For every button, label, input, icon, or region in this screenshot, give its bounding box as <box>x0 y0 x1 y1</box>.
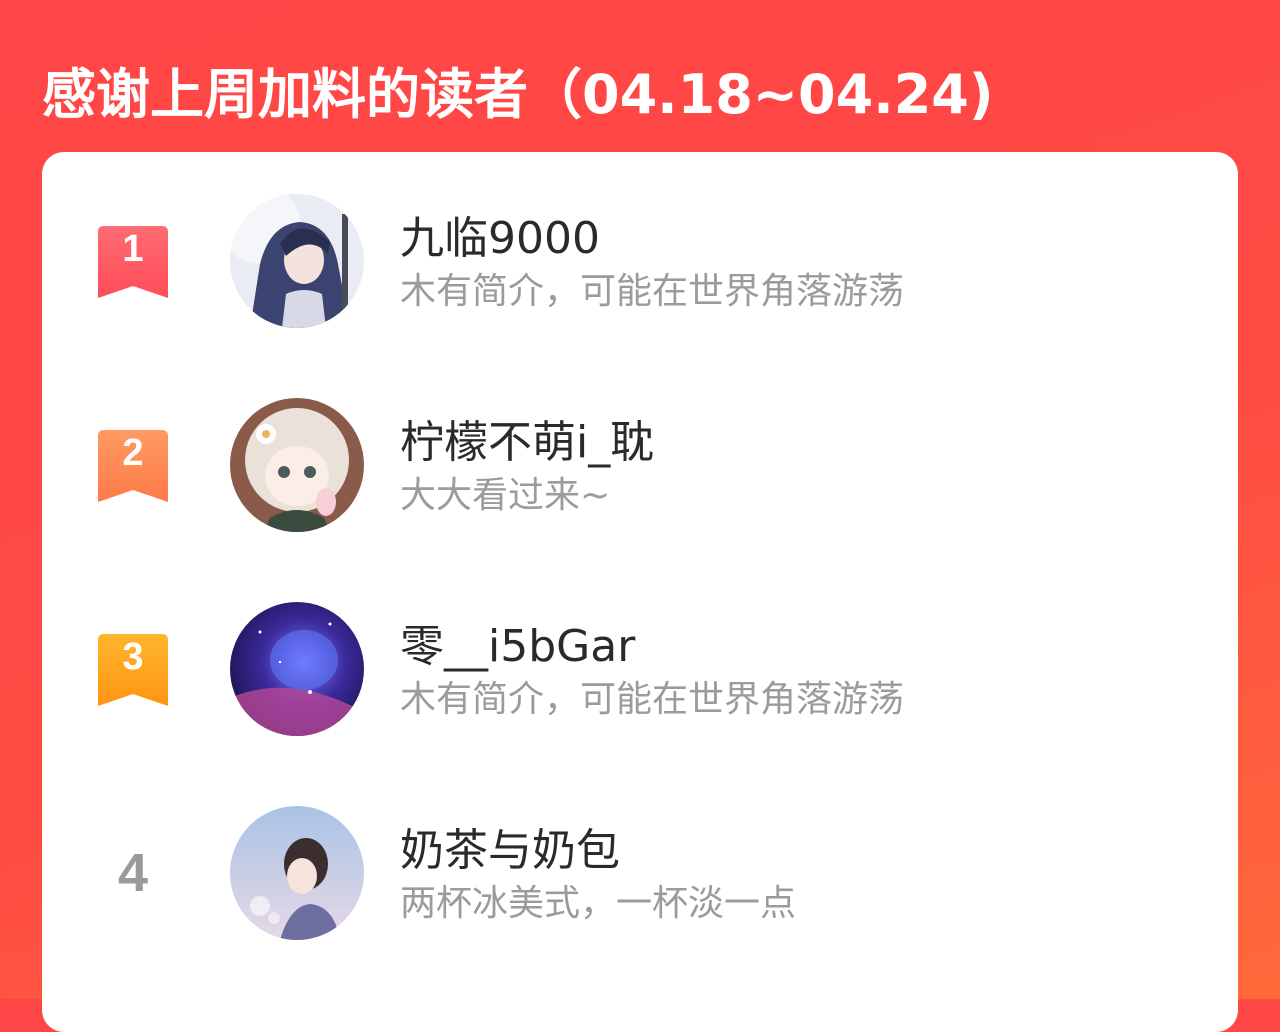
rank-number: 1 <box>122 228 144 270</box>
rank-badge-icon: 2 <box>98 430 168 504</box>
reader-bio: 木有简介，可能在世界角落游荡 <box>400 271 905 312</box>
rank-badge-icon: 3 <box>98 634 168 708</box>
rank-number: 4 <box>117 843 149 903</box>
list-item[interactable]: 4 奶茶与奶包 两杯冰美式，一杯淡一点 <box>42 806 1238 946</box>
list-item[interactable]: 2 柠檬不萌i_耽 大大看过来~ <box>42 398 1238 538</box>
reader-bio: 大大看过来~ <box>400 475 611 516</box>
avatar[interactable] <box>230 602 364 736</box>
list-item[interactable]: 1 九临9000 木有简介，可能在世界角落游荡 <box>42 194 1238 334</box>
rank-number: 2 <box>122 432 144 474</box>
reader-bio: 两杯冰美式，一杯淡一点 <box>400 883 797 924</box>
reader-bio: 木有简介，可能在世界角落游荡 <box>400 679 905 720</box>
reader-list-card: 1 九临9000 木有简介，可能在世界角落游荡 2 柠檬不萌i_耽 大大看过来~… <box>42 152 1238 1032</box>
reader-name: 柠檬不萌i_耽 <box>400 417 655 468</box>
rank-number: 3 <box>122 636 144 678</box>
avatar[interactable] <box>230 194 364 328</box>
reader-name: 零__i5bGar <box>400 621 636 672</box>
reader-name: 奶茶与奶包 <box>400 825 620 876</box>
list-item[interactable]: 3 零__i5bGar 木有简介，可能在世界角落游荡 <box>42 602 1238 742</box>
reader-name: 九临9000 <box>400 213 600 264</box>
page-title: 感谢上周加料的读者（04.18~04.24) <box>42 63 994 126</box>
avatar[interactable] <box>230 398 364 532</box>
rank-badge-icon: 1 <box>98 226 168 300</box>
avatar[interactable] <box>230 806 364 940</box>
